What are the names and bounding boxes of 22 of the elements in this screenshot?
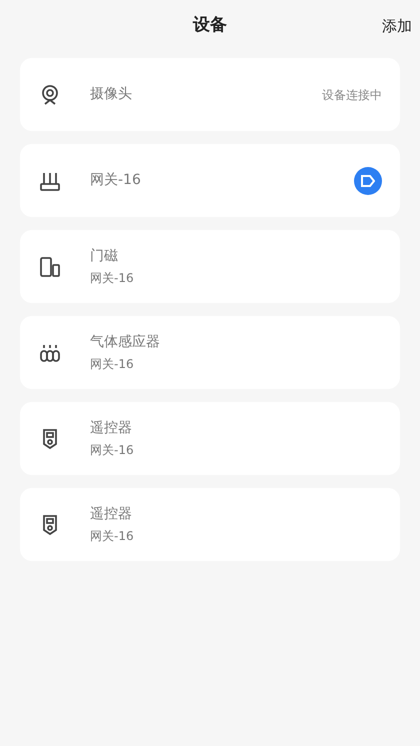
device-card[interactable]: 遥控器 网关-16	[20, 488, 400, 561]
enter-button[interactable]	[354, 166, 382, 194]
tag-icon	[361, 174, 375, 186]
device-gateway: 网关-16	[90, 270, 135, 287]
device-gateway: 网关-16	[90, 442, 135, 459]
device-name: 网关-16	[90, 171, 142, 190]
door-sensor-icon	[38, 254, 62, 278]
device-gateway: 网关-16	[90, 356, 135, 373]
device-name: 气体感应器	[90, 333, 161, 352]
device-card[interactable]: 气体感应器 网关-16	[20, 316, 400, 389]
device-name: 摄像头	[90, 85, 133, 104]
device-status: 设备连接中	[322, 86, 382, 104]
device-card[interactable]: 门磁 网关-16	[20, 230, 400, 303]
device-name: 遥控器	[90, 419, 133, 438]
device-card[interactable]: 摄像头 设备连接中	[20, 58, 400, 131]
add-button[interactable]: 添加	[382, 14, 412, 38]
device-name: 遥控器	[90, 505, 133, 524]
page-title: 设备	[193, 14, 227, 38]
device-gateway: 网关-16	[90, 528, 135, 545]
device-card[interactable]: 网关-16	[20, 144, 400, 217]
device-name: 门磁	[90, 247, 119, 266]
device-card[interactable]: 遥控器 网关-16	[20, 402, 400, 475]
